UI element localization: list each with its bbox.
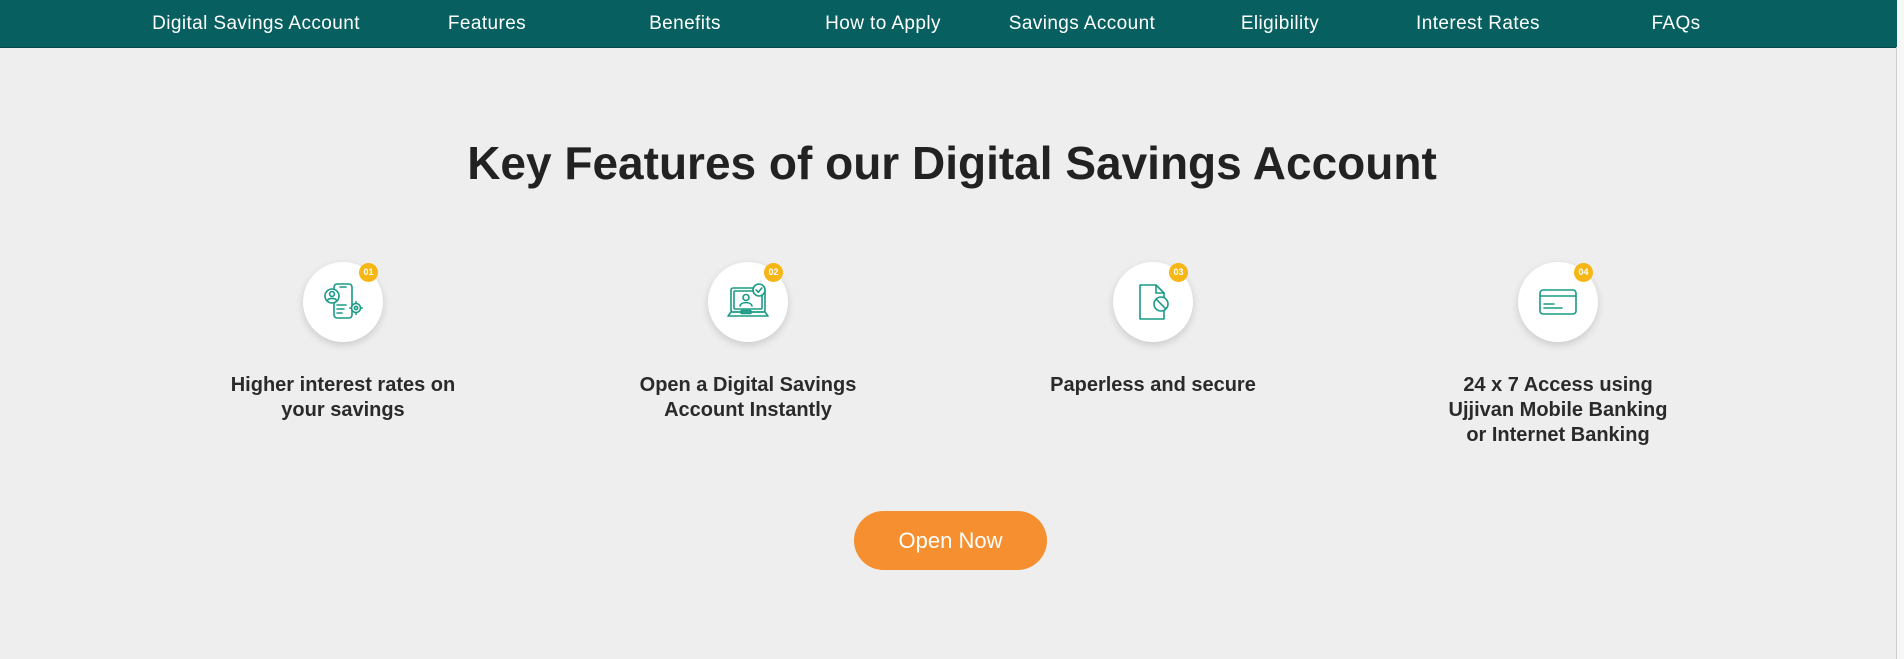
nav-item-savings-account[interactable]: Savings Account	[1009, 0, 1155, 47]
feature-badge: 04	[1574, 263, 1593, 282]
nav-item-benefits[interactable]: Benefits	[649, 0, 721, 47]
feature-card-4: 04 24 x 7 Access using Ujjivan Mobile Ba…	[1408, 262, 1708, 448]
top-nav: Digital Savings Account Features Benefit…	[0, 0, 1904, 48]
feature-card-1: 01 Higher interest rates on your savings	[193, 262, 493, 423]
feature-card-3: 03 Paperless and secure	[1003, 262, 1303, 398]
nav-item-how-to-apply[interactable]: How to Apply	[825, 0, 941, 47]
feature-icon-wrap: 01	[303, 262, 383, 342]
feature-icon-wrap: 03	[1113, 262, 1193, 342]
nav-item-interest-rates[interactable]: Interest Rates	[1416, 0, 1540, 47]
feature-card-2: 02 Open a Digital Savings Account Instan…	[598, 262, 898, 423]
feature-badge: 03	[1169, 263, 1188, 282]
nav-item-faqs[interactable]: FAQs	[1651, 0, 1700, 47]
feature-icon-wrap: 04	[1518, 262, 1598, 342]
nav-item-digital-savings-account[interactable]: Digital Savings Account	[152, 0, 360, 47]
paperless-document-icon	[1139, 284, 1169, 320]
scrollbar-track[interactable]	[1897, 0, 1904, 659]
phone-user-settings-icon	[324, 283, 363, 319]
feature-icon-wrap: 02	[708, 262, 788, 342]
feature-text: Higher interest rates on your savings	[230, 374, 456, 421]
feature-text: Open a Digital Savings Account Instantly	[639, 374, 857, 421]
feature-text: Paperless and secure	[1050, 374, 1256, 396]
section-title: Key Features of our Digital Savings Acco…	[467, 137, 1437, 189]
nav-item-features[interactable]: Features	[448, 0, 526, 47]
feature-badge: 01	[359, 263, 378, 282]
feature-text: 24 x 7 Access using Ujjivan Mobile Banki…	[1448, 374, 1668, 446]
page: Digital Savings Account Features Benefit…	[0, 0, 1904, 659]
feature-badge: 02	[764, 263, 783, 282]
open-now-button[interactable]: Open Now	[854, 511, 1047, 570]
card-icon	[1539, 289, 1577, 315]
nav-item-eligibility[interactable]: Eligibility	[1241, 0, 1319, 47]
laptop-user-check-icon	[727, 283, 769, 317]
